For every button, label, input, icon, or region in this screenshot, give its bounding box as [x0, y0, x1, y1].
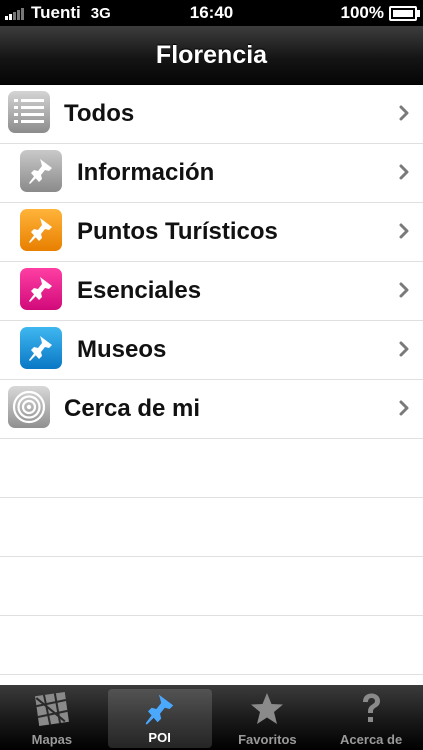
empty-row — [0, 557, 423, 616]
list-item-puntos-turisticos[interactable]: Puntos Turísticos — [0, 203, 423, 262]
battery-percent: 100% — [340, 3, 384, 22]
navigation-bar: Florencia — [0, 26, 423, 85]
chevron-right-icon — [399, 164, 409, 180]
list-item-todos[interactable]: Todos — [0, 85, 423, 144]
star-icon — [251, 693, 284, 724]
list-item-label: Cerca de mi — [64, 395, 201, 422]
tab-favoritos[interactable]: Favoritos — [216, 685, 320, 750]
page-title: Florencia — [155, 40, 268, 69]
list-item-cerca-de-mi[interactable]: Cerca de mi — [0, 380, 423, 439]
chevron-right-icon — [399, 400, 409, 416]
pushpin-icon — [20, 150, 62, 192]
tab-label: Acerca de — [340, 732, 403, 747]
tab-acerca-de[interactable]: Acerca de — [319, 685, 423, 750]
question-icon — [363, 693, 381, 722]
tab-mapas[interactable]: Mapas — [0, 685, 104, 750]
pushpin-icon — [20, 209, 62, 251]
empty-row — [0, 616, 423, 675]
battery-icon — [389, 5, 420, 21]
tab-poi[interactable]: POI — [107, 689, 212, 748]
tab-label: Favoritos — [238, 732, 297, 747]
pushpin-icon — [20, 268, 62, 310]
map-icon — [34, 692, 69, 726]
pushpin-icon — [145, 694, 173, 725]
list-item-label: Museos — [77, 336, 167, 363]
tab-label: POI — [148, 730, 171, 745]
list-item-label: Puntos Turísticos — [77, 218, 278, 245]
tab-bar: Mapas POI Favoritos Acerca de — [0, 685, 423, 750]
chevron-right-icon — [399, 105, 409, 121]
chevron-right-icon — [399, 341, 409, 357]
chevron-right-icon — [399, 282, 409, 298]
list-item-label: Información — [77, 159, 215, 186]
list-icon — [8, 91, 50, 133]
list-item-label: Todos — [64, 100, 135, 127]
chevron-right-icon — [399, 223, 409, 239]
list-item-esenciales[interactable]: Esenciales — [0, 262, 423, 321]
status-bar: Tuenti 3G 16:40 100% — [0, 0, 423, 26]
status-right: 100% — [340, 3, 420, 23]
pushpin-icon — [20, 327, 62, 369]
target-icon — [8, 386, 50, 428]
list-item-label: Esenciales — [77, 277, 202, 304]
empty-row — [0, 498, 423, 557]
poi-category-list: Todos Información Puntos Turísticos Esen… — [0, 85, 423, 675]
list-item-museos[interactable]: Museos — [0, 321, 423, 380]
empty-row — [0, 439, 423, 498]
list-item-informacion[interactable]: Información — [0, 144, 423, 203]
tab-label: Mapas — [31, 732, 73, 747]
